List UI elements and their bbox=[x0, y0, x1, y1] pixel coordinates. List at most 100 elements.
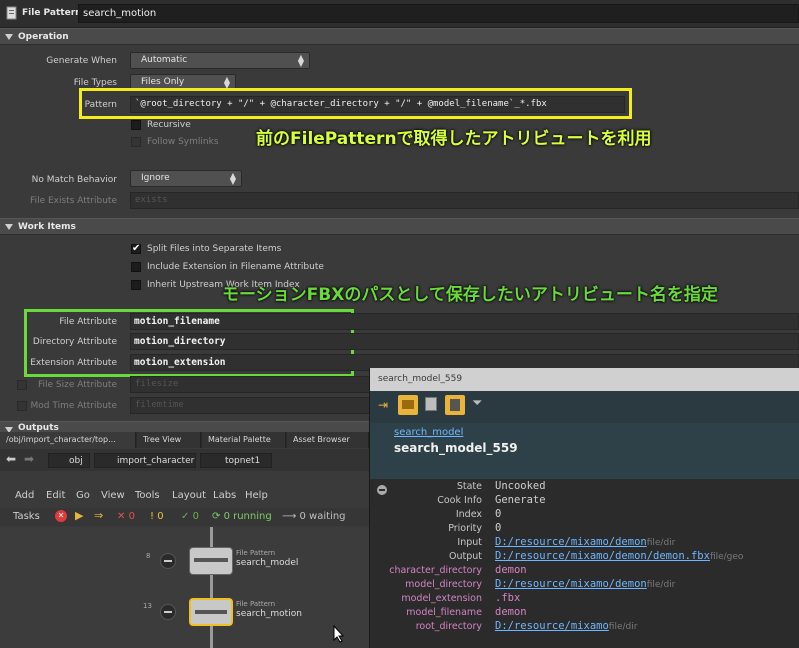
pattern-field[interactable]: `@root_directory + "/" + @character_dire… bbox=[130, 96, 625, 113]
output-value-row: D:/resource/mixamo/demon/demon.fbxfile/g… bbox=[495, 550, 743, 562]
index-value: 0 bbox=[495, 508, 502, 520]
root-directory-key: root_directory bbox=[415, 621, 482, 632]
cooked-count: ✓ 0 bbox=[181, 511, 199, 522]
index-key: Index bbox=[455, 509, 482, 520]
split-files-checkbox[interactable]: ✔ bbox=[131, 244, 141, 254]
parameter-titlebar: File Pattern search_motion bbox=[0, 0, 799, 28]
menu-tools[interactable]: Tools bbox=[135, 490, 160, 501]
menu-layout[interactable]: Layout bbox=[172, 490, 206, 501]
model-filename-key: model_filename bbox=[406, 607, 482, 618]
inherit-upstream-checkbox[interactable] bbox=[131, 280, 141, 290]
directory-attribute-label: Directory Attribute bbox=[32, 337, 117, 347]
copy-icon[interactable] bbox=[425, 397, 437, 411]
split-files-label: Split Files into Separate Items bbox=[147, 244, 282, 254]
back-arrow-icon[interactable]: ⬅ bbox=[6, 452, 16, 466]
pane-tab-bar: /obj/import_character/top... Tree View M… bbox=[0, 432, 369, 448]
cook-info-key: Cook Info bbox=[437, 495, 482, 506]
path-topnet1[interactable]: topnet1 bbox=[200, 453, 272, 468]
output-tag: file/geo bbox=[709, 552, 744, 562]
folder-icon[interactable] bbox=[398, 395, 418, 415]
mod-time-label: Mod Time Attribute bbox=[30, 401, 117, 411]
cook-output-icon[interactable]: ⇒ bbox=[94, 509, 103, 522]
operation-section-header[interactable]: Operation bbox=[0, 28, 799, 45]
menu-go[interactable]: Go bbox=[76, 490, 90, 501]
output-path-link[interactable]: D:/resource/mixamo/demon/demon.fbx bbox=[495, 550, 710, 562]
dropdown-arrows-icon: ▲ ▼ bbox=[297, 53, 304, 68]
file-size-field[interactable]: filesize bbox=[130, 376, 370, 393]
menu-labs[interactable]: Labs bbox=[213, 490, 236, 501]
directory-attribute-field[interactable]: motion_directory bbox=[130, 333, 799, 350]
file-exists-field[interactable]: exists bbox=[130, 192, 799, 209]
model-directory-row: D:/resource/mixamo/demonfile/dir bbox=[495, 578, 675, 590]
include-extension-checkbox[interactable] bbox=[131, 262, 141, 272]
pattern-label: Pattern bbox=[84, 100, 117, 110]
input-value-row: D:/resource/mixamo/demonfile/dir bbox=[495, 536, 675, 548]
node-type-label: File Pattern bbox=[236, 549, 276, 557]
path-obj[interactable]: obj bbox=[48, 453, 90, 468]
filter-icon[interactable]: ⏷ bbox=[472, 396, 482, 411]
bypass-toggle-icon[interactable] bbox=[160, 604, 176, 620]
node-type-label: File Pattern bbox=[22, 8, 82, 18]
generate-when-dropdown[interactable]: Automatic ▲ ▼ bbox=[130, 52, 310, 69]
cancel-tasks-icon[interactable]: ✕ bbox=[55, 510, 67, 522]
model-filename-value: demon bbox=[495, 606, 527, 618]
tab-material-palette[interactable]: Material Palette bbox=[202, 432, 286, 448]
menu-view[interactable]: View bbox=[101, 490, 125, 501]
node-name-label: search_motion bbox=[236, 609, 302, 619]
network-editor: /obj/import_character/top... Tree View M… bbox=[0, 432, 369, 648]
no-match-dropdown[interactable]: Ignore ▲ ▼ bbox=[130, 170, 242, 187]
output-key: Output bbox=[449, 551, 482, 562]
node-search-model[interactable] bbox=[189, 547, 233, 575]
input-path-link[interactable]: D:/resource/mixamo/demon bbox=[495, 536, 647, 548]
model-directory-link[interactable]: D:/resource/mixamo/demon bbox=[495, 578, 647, 590]
work-item-name: search_model_559 bbox=[394, 441, 518, 455]
info-panel-header: search_model search_model_559 bbox=[370, 423, 799, 479]
node-wire bbox=[210, 527, 213, 648]
dropdown-arrows-icon: ▲ ▼ bbox=[229, 171, 236, 186]
waiting-status: ⟶ 0 waiting bbox=[282, 511, 346, 522]
state-value: Uncooked bbox=[495, 480, 546, 492]
include-extension-label: Include Extension in Filename Attribute bbox=[147, 262, 324, 272]
tasks-bar: Tasks ✕ ▶ ⇒ ✕ 0 ! 0 ✓ 0 ⟳ 0 running ⟶ 0 … bbox=[0, 508, 369, 526]
path-import-character[interactable]: import_character bbox=[94, 453, 196, 468]
file-size-label: File Size Attribute bbox=[38, 380, 117, 390]
path-bar: ⬅ ➡ obj import_character topnet1 bbox=[0, 449, 369, 471]
pattern-annotation: 前のFilePatternで取得したアトリビュートを利用 bbox=[256, 129, 652, 149]
extension-attribute-label: Extension Attribute bbox=[30, 358, 117, 368]
node-index-label: 8 bbox=[146, 552, 151, 560]
work-items-section-header[interactable]: Work Items bbox=[0, 218, 799, 235]
node-type-label: File Pattern bbox=[236, 600, 276, 608]
recursive-checkbox[interactable] bbox=[131, 120, 141, 130]
file-types-label: File Types bbox=[73, 78, 117, 88]
node-link[interactable]: search_model bbox=[394, 427, 463, 438]
cook-info-value: Generate bbox=[495, 494, 546, 506]
menu-help[interactable]: Help bbox=[245, 490, 268, 501]
node-search-motion[interactable] bbox=[189, 598, 233, 626]
input-key: Input bbox=[457, 537, 482, 548]
network-canvas[interactable]: 8 File Pattern search_model 13 File Patt… bbox=[0, 527, 369, 648]
network-menu-bar: Add Edit Go View Tools Layout Labs Help bbox=[0, 486, 369, 506]
pin-icon[interactable]: ⇥ bbox=[378, 398, 388, 412]
model-directory-tag: file/dir bbox=[646, 580, 676, 590]
root-directory-tag: file/dir bbox=[608, 622, 638, 632]
tab-network[interactable]: /obj/import_character/top... bbox=[0, 432, 136, 448]
forward-arrow-icon[interactable]: ➡ bbox=[24, 452, 34, 466]
file-attribute-field[interactable]: motion_filename bbox=[130, 313, 799, 330]
root-directory-link[interactable]: D:/resource/mixamo bbox=[495, 620, 609, 632]
node-name-field[interactable]: search_motion bbox=[78, 4, 799, 23]
model-directory-key: model_directory bbox=[405, 579, 482, 590]
paste-icon[interactable] bbox=[445, 395, 465, 415]
state-key: State bbox=[456, 481, 482, 492]
no-match-label: No Match Behavior bbox=[31, 175, 117, 185]
bypass-toggle-icon[interactable] bbox=[160, 553, 176, 569]
running-status: ⟳ 0 running bbox=[212, 511, 272, 522]
tab-tree-view[interactable]: Tree View bbox=[137, 432, 201, 448]
info-panel-toolbar: ⇥ ⏷ bbox=[370, 391, 799, 423]
cook-icon[interactable]: ▶ bbox=[75, 509, 83, 522]
menu-add[interactable]: Add bbox=[15, 490, 34, 501]
follow-symlinks-checkbox[interactable] bbox=[131, 137, 141, 147]
mod-time-field[interactable]: filemtime bbox=[130, 397, 370, 414]
tab-asset-browser[interactable]: Asset Browser bbox=[287, 432, 369, 448]
menu-edit[interactable]: Edit bbox=[46, 490, 65, 501]
file-pattern-icon bbox=[6, 6, 17, 20]
